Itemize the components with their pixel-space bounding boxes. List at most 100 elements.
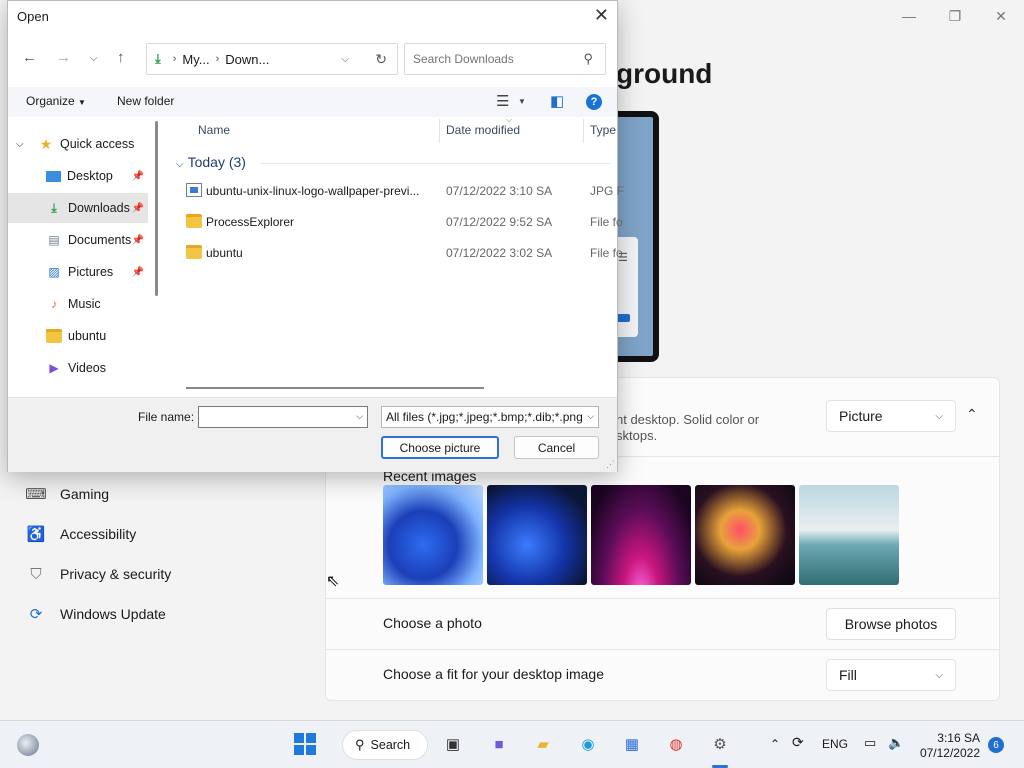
new-folder-button[interactable]: New folder xyxy=(117,94,174,108)
taskbar-search[interactable]: ⚲ Search xyxy=(342,730,428,760)
resize-grip-icon[interactable]: ⋰ xyxy=(606,459,615,470)
file-name-input[interactable] xyxy=(199,407,349,427)
pin-icon: 📌 xyxy=(131,234,144,246)
recent-locations-chevron-icon[interactable]: ⌵ xyxy=(90,53,98,64)
background-description: nt desktop. Solid color or xyxy=(616,412,760,427)
settings-nav: ⌨ Gaming ♿ Accessibility ⛉ Privacy & sec… xyxy=(24,474,171,634)
volume-icon[interactable]: 🔈 xyxy=(888,735,904,751)
organize-menu[interactable]: Organize ▼ xyxy=(26,94,86,108)
show-hidden-icons-chevron-icon[interactable]: ⌃ xyxy=(770,737,780,751)
chevron-down-icon: ▼ xyxy=(78,98,86,107)
maximize-icon[interactable]: ❐ xyxy=(932,0,978,32)
recent-image-1[interactable] xyxy=(383,485,483,585)
music-icon: ♪ xyxy=(51,297,57,311)
sidebar-label: Music xyxy=(68,297,101,311)
file-name: ProcessExplorer xyxy=(206,215,295,229)
sync-icon[interactable]: ⟳ xyxy=(792,734,804,751)
close-icon[interactable]: ✕ xyxy=(978,0,1024,32)
nav-item-windows-update[interactable]: ⟳ Windows Update xyxy=(24,594,171,634)
nav-item-accessibility[interactable]: ♿ Accessibility xyxy=(24,514,171,554)
group-label: Today (3) xyxy=(187,154,246,170)
input-language[interactable]: ENG xyxy=(822,737,848,751)
recent-image-4[interactable] xyxy=(695,485,795,585)
store-icon[interactable]: ▦ xyxy=(619,731,645,757)
sidebar-item-quick-access[interactable]: ⌵ ★ Quick access xyxy=(8,129,148,159)
chrome-icon[interactable]: ◍ xyxy=(663,731,689,757)
chevron-down-icon[interactable]: ⌵ xyxy=(356,411,363,422)
breadcrumb-segment[interactable]: My... xyxy=(182,52,209,67)
cancel-button[interactable]: Cancel xyxy=(514,436,599,459)
file-row[interactable]: ubuntu 07/12/2022 3:02 SA File fo xyxy=(166,239,623,267)
search-box[interactable]: ⚲ xyxy=(404,43,606,75)
sidebar-item-downloads[interactable]: ⤓ Downloads 📌 xyxy=(8,193,148,223)
file-type-select[interactable]: All files (*.jpg;*.jpeg;*.bmp;*.dib;*.pn… xyxy=(381,406,599,428)
sidebar-item-desktop[interactable]: Desktop 📌 xyxy=(8,161,148,191)
network-icon[interactable]: ▭ xyxy=(864,735,876,751)
column-header-name[interactable]: Name xyxy=(198,123,230,137)
choose-photo-row: Choose a photo Browse photos xyxy=(325,599,1000,650)
forward-arrow-icon[interactable]: → xyxy=(56,49,71,66)
view-options-chevron-icon[interactable]: ▼ xyxy=(518,97,526,106)
start-button[interactable] xyxy=(292,731,318,757)
back-arrow-icon[interactable]: ← xyxy=(22,49,37,66)
pin-icon: 📌 xyxy=(131,202,144,214)
file-name-combobox[interactable]: ⌵ xyxy=(198,406,368,428)
help-icon[interactable]: ? xyxy=(586,94,602,110)
file-row[interactable]: ubuntu-unix-linux-logo-wallpaper-previ..… xyxy=(166,177,624,205)
view-list-icon[interactable]: ☰ xyxy=(496,92,509,110)
group-header-today[interactable]: ⌵ Today (3) xyxy=(176,154,246,170)
choose-picture-button[interactable]: Choose picture xyxy=(381,436,499,459)
sidebar-scrollbar[interactable] xyxy=(155,121,158,296)
edge-icon[interactable]: ◉ xyxy=(575,731,601,757)
sidebar-label: Quick access xyxy=(60,137,135,151)
sidebar-item-documents[interactable]: ▤ Documents 📌 xyxy=(8,225,148,255)
recent-image-2[interactable] xyxy=(487,485,587,585)
taskbar-search-label: Search xyxy=(370,738,411,752)
minimize-icon[interactable]: — xyxy=(886,0,932,32)
sidebar-item-pictures[interactable]: ▨ Pictures 📌 xyxy=(8,257,148,287)
nav-item-gaming[interactable]: ⌨ Gaming xyxy=(24,474,171,514)
recent-images-card: Recent images xyxy=(325,457,1000,599)
sidebar-item-videos[interactable]: ▶ Videos xyxy=(8,353,148,383)
column-header-type[interactable]: Type xyxy=(590,123,616,137)
windows-logo-icon xyxy=(294,733,316,755)
search-input[interactable] xyxy=(413,52,573,66)
file-date: 07/12/2022 3:02 SA xyxy=(446,246,553,260)
settings-window-controls: — ❐ ✕ xyxy=(886,0,1024,32)
background-type-dropdown[interactable]: Picture ⌵ xyxy=(826,400,956,432)
preview-pane-icon[interactable]: ◧ xyxy=(550,92,564,110)
file-explorer-icon[interactable]: ▰ xyxy=(530,731,556,757)
sidebar-item-ubuntu[interactable]: ubuntu xyxy=(8,321,148,351)
sidebar-label: Desktop xyxy=(67,169,113,183)
recent-image-3[interactable] xyxy=(591,485,691,585)
nav-item-privacy[interactable]: ⛉ Privacy & security xyxy=(24,554,171,594)
download-icon: ⤓ xyxy=(51,200,57,215)
breadcrumb-segment[interactable]: Down... xyxy=(225,52,269,67)
refresh-icon[interactable]: ↻ xyxy=(375,51,387,68)
weather-icon[interactable] xyxy=(17,734,39,756)
sidebar-label: Downloads xyxy=(68,201,130,215)
column-header-date[interactable]: Date modified xyxy=(446,123,520,137)
horizontal-scrollbar[interactable] xyxy=(186,387,484,389)
task-view-icon[interactable]: ▣ xyxy=(440,731,466,757)
fit-dropdown[interactable]: Fill ⌵ xyxy=(826,659,956,691)
organize-label: Organize xyxy=(26,94,75,108)
recent-image-5[interactable] xyxy=(799,485,899,585)
dialog-close-icon[interactable]: ✕ xyxy=(594,5,609,26)
browse-photos-button[interactable]: Browse photos xyxy=(826,608,956,640)
settings-gear-icon[interactable]: ⚙ xyxy=(707,731,733,757)
clock[interactable]: 3:16 SA 07/12/2022 xyxy=(918,731,980,761)
file-type: File fo xyxy=(590,215,623,229)
chevron-down-icon[interactable]: ⌵ xyxy=(16,139,30,150)
column-divider[interactable] xyxy=(583,119,584,143)
address-history-chevron-icon[interactable]: ⌵ xyxy=(341,54,349,65)
fit-row: Choose a fit for your desktop image Fill… xyxy=(325,650,1000,701)
file-row[interactable]: ProcessExplorer 07/12/2022 9:52 SA File … xyxy=(166,208,623,236)
chevron-up-icon[interactable]: ⌃ xyxy=(966,406,978,423)
notification-badge[interactable]: 6 xyxy=(988,737,1004,753)
sidebar-item-music[interactable]: ♪ Music xyxy=(8,289,148,319)
column-divider[interactable] xyxy=(439,119,440,143)
address-bar[interactable]: ⤓ › My... › Down... ⌵ ↻ xyxy=(146,43,398,75)
up-arrow-icon[interactable]: ↑ xyxy=(117,49,125,66)
chat-icon[interactable]: ■ xyxy=(486,731,512,757)
